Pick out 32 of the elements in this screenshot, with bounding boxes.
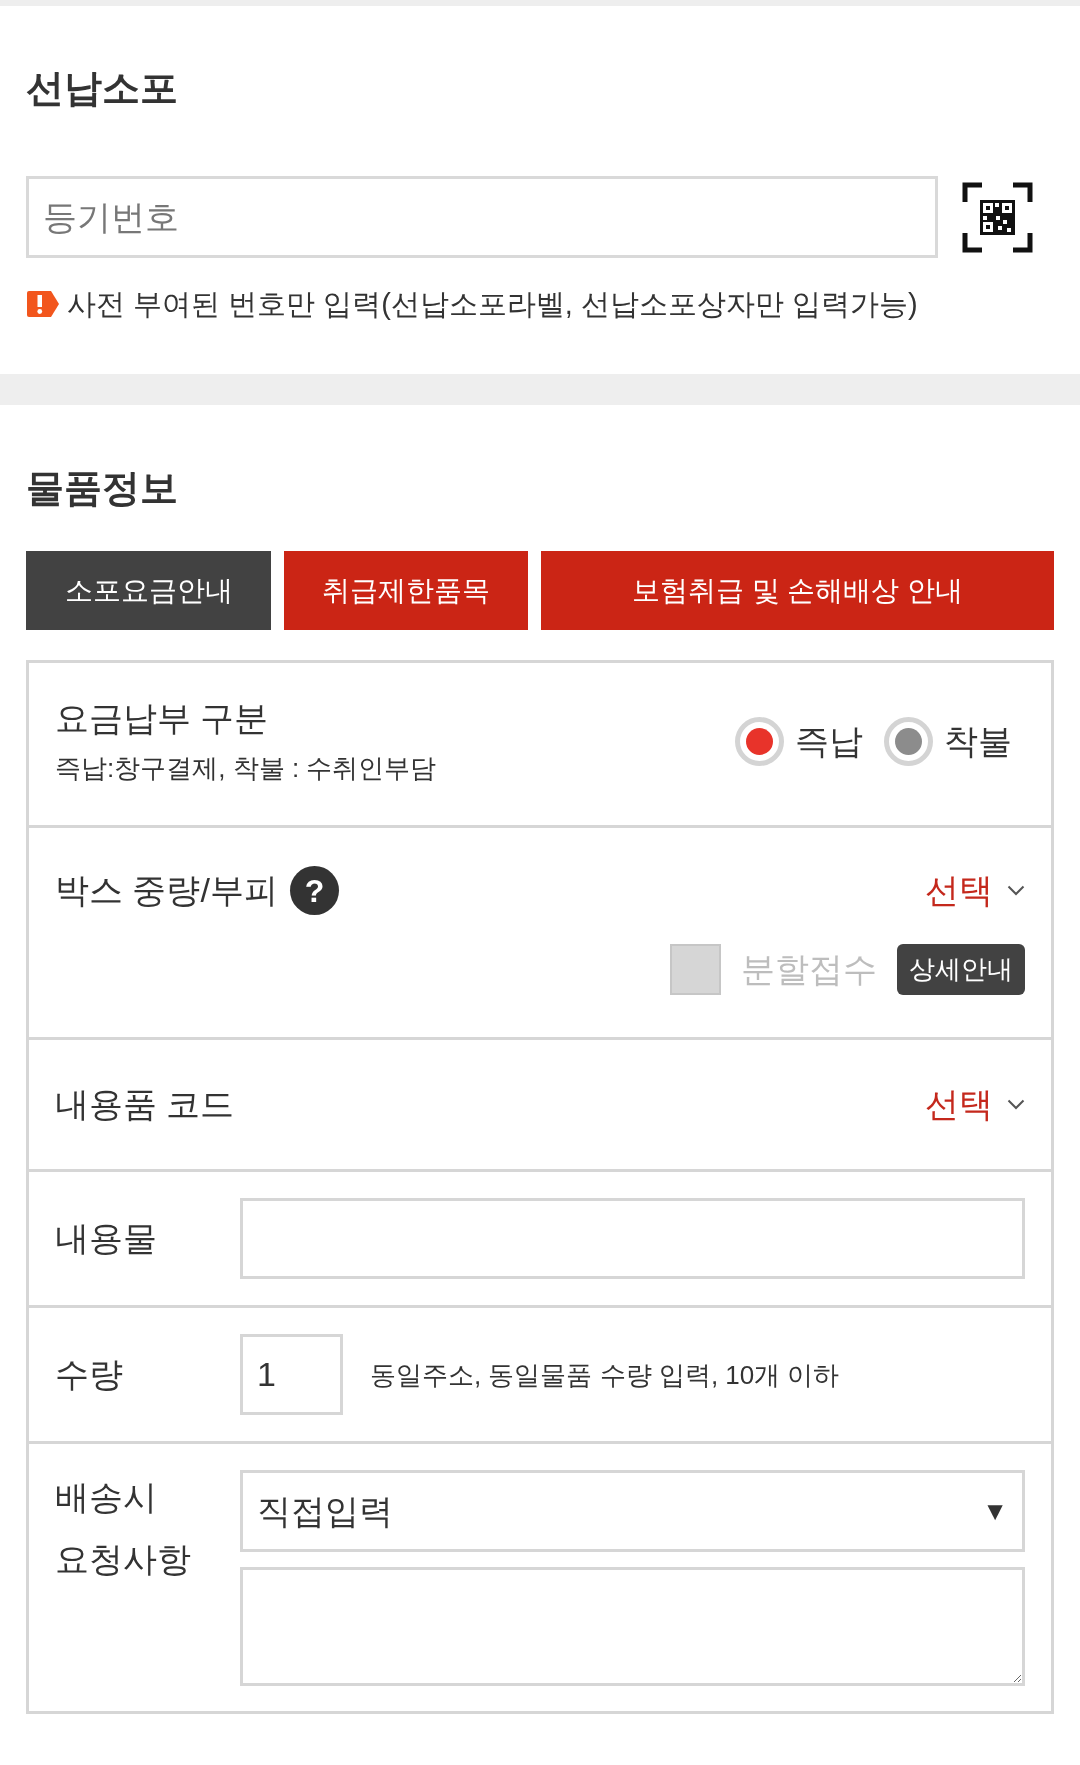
info-tab[interactable]: 소포요금안내	[26, 551, 271, 630]
field-label: 내용품 코드	[55, 1084, 235, 1125]
radio-button[interactable]	[884, 716, 933, 766]
field-label: 박스 중량/부피	[55, 870, 278, 911]
request-select[interactable]: 직접입력 ▼	[240, 1470, 1025, 1552]
info-tab[interactable]: 보험취급 및 손해배상 안내	[541, 551, 1054, 630]
info-tab[interactable]: 취급제한품목	[284, 551, 528, 630]
checkbox-label: 분할접수	[741, 949, 877, 990]
dropdown-button[interactable]: 선택	[925, 870, 1025, 911]
hint-text: 동일주소, 동일물품 수량 입력, 10개 이하	[370, 1358, 840, 1391]
field-description: 즉납:창구결제, 착불 : 수취인부담	[55, 752, 437, 784]
dropdown-arrow-icon: ▼	[982, 1498, 1008, 1524]
warning-tag-icon	[26, 290, 60, 318]
option-label[interactable]: 착불	[944, 720, 1012, 762]
dropdown-button[interactable]: 선택	[925, 1084, 1025, 1125]
field-label: 수량	[55, 1354, 123, 1395]
help-icon[interactable]: ?	[289, 866, 339, 915]
detail-button[interactable]: 상세안내	[897, 944, 1025, 995]
text-field[interactable]	[240, 1198, 1025, 1279]
quantity-field[interactable]: 1	[240, 1334, 343, 1415]
qr-scan-icon[interactable]	[962, 181, 1033, 253]
chevron-down-icon	[1007, 1099, 1025, 1110]
radio-button[interactable]	[735, 716, 784, 766]
notice-text: 사전 부여된 번호만 입력(선납소포라벨, 선납소포상자만 입력가능)	[67, 287, 918, 322]
chevron-down-icon	[1007, 885, 1025, 896]
section-title: 물품정보	[26, 466, 178, 511]
option-label[interactable]: 즉납	[795, 720, 863, 762]
field-label: 요금납부 구분	[55, 698, 269, 739]
field-label: 배송시 요청사항	[55, 1477, 192, 1580]
section-title: 선납소포	[26, 66, 178, 111]
registration-number-field[interactable]: 등기번호	[26, 176, 938, 258]
field-label: 내용물	[55, 1218, 157, 1259]
